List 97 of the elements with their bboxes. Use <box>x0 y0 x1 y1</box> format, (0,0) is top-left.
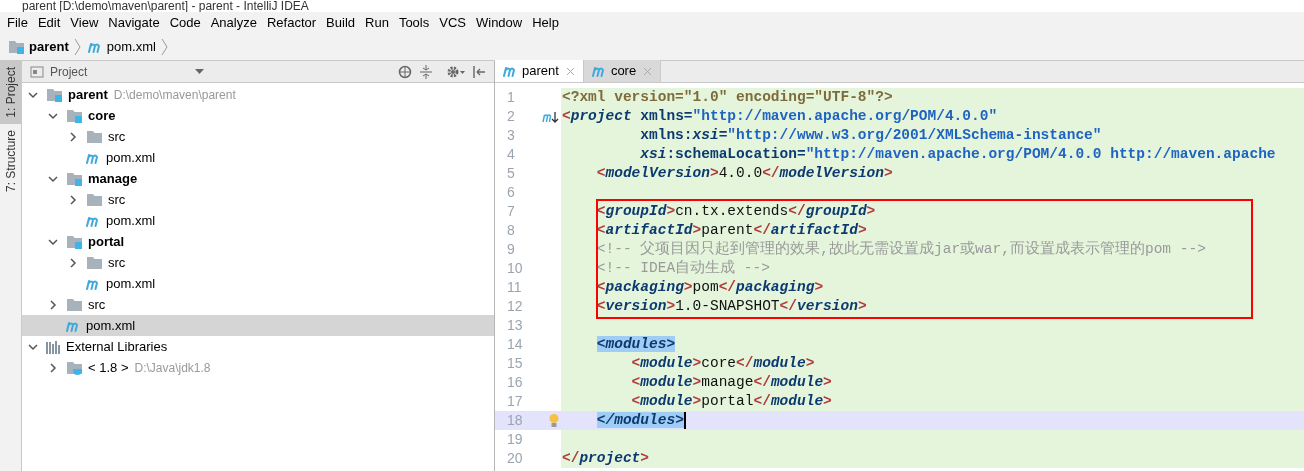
dropdown-icon[interactable] <box>195 68 205 75</box>
menu-item[interactable]: Refactor <box>261 12 322 33</box>
line-number: 19 <box>506 430 524 449</box>
text-cursor <box>683 412 686 429</box>
tree-item[interactable]: core <box>22 105 494 126</box>
libraries-icon <box>46 339 62 354</box>
tree-item[interactable]: pom.xml <box>22 147 494 168</box>
menu-item[interactable]: VCS <box>434 12 471 33</box>
tool-window-button[interactable]: 1: Project <box>0 61 21 124</box>
tree-item[interactable]: pom.xml <box>22 315 494 336</box>
panel-icon <box>30 65 44 78</box>
line-number: 11 <box>506 278 523 297</box>
expanded-chevron-icon[interactable] <box>48 173 58 184</box>
folder-icon <box>86 192 104 207</box>
breadcrumb-separator-icon <box>73 37 82 56</box>
menu-item[interactable]: Analyze <box>205 12 262 33</box>
breadcrumb-item[interactable]: parent <box>29 36 69 57</box>
module-folder-icon <box>66 108 84 123</box>
menu-item[interactable]: File <box>2 12 33 33</box>
tree-item[interactable]: src <box>22 294 494 315</box>
code-line: <!-- 父项目因只起到管理的效果,故此无需设置成jar或war,而设置成表示管理的pom --> <box>595 239 1206 259</box>
tree-item[interactable]: < 1.8 > D:\Java\jdk1.8 <box>22 357 494 378</box>
collapsed-chevron-icon[interactable] <box>68 194 78 205</box>
menu-item[interactable]: Help <box>527 12 564 33</box>
code-line: <modelVersion>4.0.0</modelVersion> <box>595 163 893 183</box>
line-number: 15 <box>506 354 524 373</box>
tree-item[interactable]: parent D:\demo\maven\parent <box>22 84 494 105</box>
expanded-chevron-icon[interactable] <box>28 341 38 352</box>
line-number: 3 <box>506 126 516 145</box>
line-number: 6 <box>506 183 516 202</box>
menu-item[interactable]: Navigate <box>103 12 165 33</box>
collapsed-chevron-icon[interactable] <box>48 362 58 373</box>
tree-item[interactable]: pom.xml <box>22 273 494 294</box>
panel-title: Project <box>50 63 88 81</box>
editor-tab[interactable]: core <box>583 60 662 82</box>
code-line: </project> <box>562 448 650 468</box>
breadcrumb-item[interactable]: pom.xml <box>106 36 156 57</box>
locate-icon[interactable] <box>398 64 412 79</box>
line-number: 8 <box>506 221 516 240</box>
line-number: 14 <box>506 335 524 354</box>
menu-item[interactable]: Window <box>470 12 528 33</box>
sdk-folder-icon <box>66 360 84 375</box>
tree-item[interactable]: pom.xml <box>22 210 494 231</box>
tree-item[interactable]: src <box>22 189 494 210</box>
line-number: 4 <box>506 145 516 164</box>
menu-item[interactable]: Build <box>321 12 360 33</box>
menu-item[interactable]: View <box>65 12 104 33</box>
folder-icon <box>86 129 104 144</box>
menu-item[interactable]: Code <box>164 12 206 33</box>
collapsed-chevron-icon[interactable] <box>68 131 78 142</box>
line-number: 20 <box>506 449 524 468</box>
code-line: <!-- IDEA自动生成 --> <box>595 258 770 278</box>
line-number: 7 <box>506 202 516 221</box>
line-number: 10 <box>506 259 524 278</box>
code-line: <module>portal</module> <box>630 391 832 411</box>
line-number: 5 <box>506 164 516 183</box>
collapsed-chevron-icon[interactable] <box>68 257 78 268</box>
maven-gutter-icon[interactable] <box>542 109 561 124</box>
module-folder-icon <box>46 87 64 102</box>
line-number: 13 <box>506 316 524 335</box>
code-line: <?xml version="1.0" encoding="UTF-8"?> <box>562 87 893 107</box>
code-line: <module>manage</module> <box>630 372 832 392</box>
code-line: <module>core</module> <box>630 353 815 373</box>
expanded-chevron-icon[interactable] <box>48 236 58 247</box>
hide-icon[interactable] <box>472 64 486 79</box>
tree-item[interactable]: manage <box>22 168 494 189</box>
code-line: <project xmlns="http://maven.apache.org/POM/4.0.0" <box>562 106 998 126</box>
module-folder-icon <box>66 234 84 249</box>
code-line: xsi:schemaLocation="http://maven.apache.org/POM/4.0.0 http://maven.apache <box>639 144 1276 164</box>
module-folder-icon <box>66 171 84 186</box>
folder-icon <box>86 255 104 270</box>
menu-item[interactable]: Edit <box>32 12 66 33</box>
line-number: 17 <box>506 392 524 411</box>
breadcrumb-separator-icon <box>160 37 169 56</box>
folder-icon <box>66 297 84 312</box>
line-number: 18 <box>506 411 524 430</box>
line-number: 9 <box>506 240 516 259</box>
tree-item[interactable]: External Libraries <box>22 336 494 357</box>
line-number: 2 <box>506 107 516 126</box>
tool-window-button[interactable]: 7: Structure <box>0 123 21 198</box>
tree-item[interactable]: portal <box>22 231 494 252</box>
tree-item[interactable]: src <box>22 252 494 273</box>
code-line: xmlns:xsi="http://www.w3.org/2001/XMLSchema-instance" <box>639 125 1102 145</box>
line-number: 16 <box>506 373 524 392</box>
module-folder-icon <box>8 39 26 54</box>
menu-item[interactable]: Run <box>360 12 394 33</box>
editor-tab[interactable]: parent <box>495 60 584 82</box>
expanded-chevron-icon[interactable] <box>48 110 58 121</box>
tree-item[interactable]: src <box>22 126 494 147</box>
line-number: 12 <box>506 297 524 316</box>
settings-icon[interactable] <box>446 64 466 79</box>
line-number: 1 <box>506 88 516 107</box>
collapsed-chevron-icon[interactable] <box>48 299 58 310</box>
expanded-chevron-icon[interactable] <box>28 89 38 100</box>
window-title: parent [D:\demo\maven\parent] - parent - IntelliJ IDEA <box>22 0 309 12</box>
menu-item[interactable]: Tools <box>393 12 435 33</box>
collapse-icon[interactable] <box>420 64 432 79</box>
